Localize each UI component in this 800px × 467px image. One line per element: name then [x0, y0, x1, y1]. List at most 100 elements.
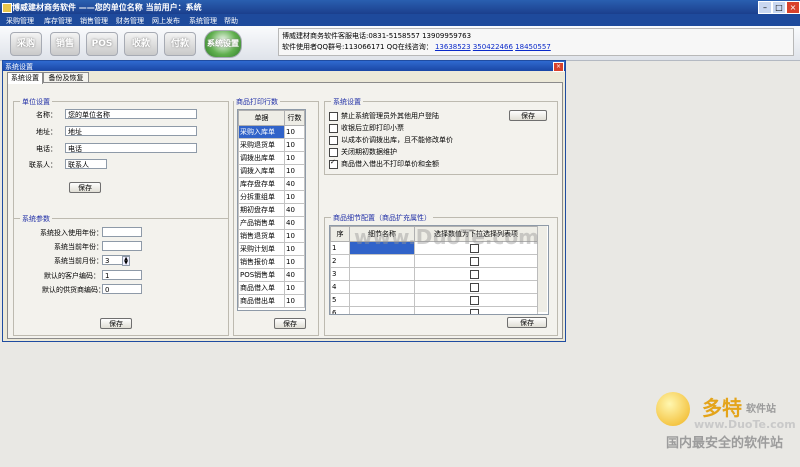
option-row[interactable]: 收银后立即打印小票	[329, 123, 404, 133]
row-count-cell[interactable]: 40	[284, 177, 305, 191]
start-year-input[interactable]	[102, 227, 142, 237]
default-customer-code-input[interactable]: 1	[102, 270, 142, 280]
minimize-icon[interactable]: –	[758, 1, 772, 14]
sales-button[interactable]: 销售	[50, 32, 80, 56]
print-row[interactable]: 采购入库单 10	[238, 125, 305, 139]
checkbox-icon[interactable]	[470, 256, 479, 266]
checkbox-icon[interactable]	[329, 135, 338, 145]
menu-inventory[interactable]: 库存管理	[44, 16, 72, 26]
close-icon[interactable]: ×	[786, 1, 800, 14]
row-count-cell[interactable]: 10	[284, 151, 305, 165]
checkbox-icon[interactable]	[329, 123, 338, 133]
row-count-cell[interactable]: 40	[284, 216, 305, 230]
detail-name-cell[interactable]	[349, 293, 415, 307]
row-count-cell[interactable]: 10	[284, 294, 305, 308]
current-year-input[interactable]	[102, 241, 142, 251]
checkbox-icon[interactable]	[329, 111, 338, 121]
row-count-cell[interactable]: 40	[284, 268, 305, 282]
unit-name-input[interactable]: 您的单位名称	[65, 109, 197, 119]
detail-row[interactable]: 2	[330, 254, 538, 268]
doc-name-cell[interactable]: 库存盘存单	[238, 177, 285, 191]
doc-name-cell[interactable]: 分拆重组单	[238, 190, 285, 204]
dialog-close-icon[interactable]: ×	[553, 62, 564, 72]
detail-dropdown-cell[interactable]	[414, 280, 538, 294]
doc-name-cell[interactable]: 调拨出库单	[238, 151, 285, 165]
print-row[interactable]: 期初盘存单 40	[238, 203, 305, 217]
options-save-button[interactable]: 保存	[509, 110, 547, 121]
doc-name-cell[interactable]: 采购入库单	[238, 125, 285, 139]
print-row[interactable]: 调拨入库单 10	[238, 164, 305, 178]
doc-name-cell[interactable]: 期初盘存单	[238, 203, 285, 217]
option-row[interactable]: 以成本价调拨出库，且不能修改单价	[329, 135, 453, 145]
doc-name-cell[interactable]: 采购退货单	[238, 138, 285, 152]
doc-name-cell[interactable]: 采购计划单	[238, 242, 285, 256]
print-row[interactable]: 采购计划单 10	[238, 242, 305, 256]
unit-save-button[interactable]: 保存	[69, 182, 101, 193]
option-row[interactable]: 禁止系统管理员外其他用户登陆	[329, 111, 439, 121]
checkbox-icon[interactable]	[470, 269, 479, 279]
menu-system[interactable]: 系统管理	[189, 16, 217, 26]
detail-name-cell[interactable]	[349, 306, 415, 314]
row-count-cell[interactable]: 10	[284, 229, 305, 243]
doc-name-cell[interactable]: 商品借入单	[238, 281, 285, 295]
tab-system-settings[interactable]: 系统设置	[7, 72, 43, 84]
row-count-cell[interactable]: 10	[284, 125, 305, 139]
detail-dropdown-cell[interactable]	[414, 254, 538, 268]
default-supplier-code-input[interactable]: 0	[102, 284, 142, 294]
print-row[interactable]: 商品借出单 10	[238, 294, 305, 308]
doc-name-cell[interactable]: POS销售单	[238, 268, 285, 282]
row-count-cell[interactable]: 10	[284, 190, 305, 204]
menu-sales[interactable]: 销售管理	[80, 16, 108, 26]
row-count-cell[interactable]: 10	[284, 281, 305, 295]
detail-name-cell[interactable]	[349, 280, 415, 294]
pos-button[interactable]: POS	[86, 32, 118, 56]
detail-dropdown-cell[interactable]	[414, 306, 538, 314]
detail-name-cell[interactable]	[349, 254, 415, 268]
unit-contact-input[interactable]: 联系人	[65, 159, 107, 169]
print-row[interactable]: 销售报价单 10	[238, 255, 305, 269]
print-row[interactable]: POS销售单 40	[238, 268, 305, 282]
maximize-icon[interactable]: □	[772, 1, 786, 14]
print-row[interactable]: 产品销售单 40	[238, 216, 305, 230]
print-row[interactable]: 采购退货单 10	[238, 138, 305, 152]
doc-name-cell[interactable]: 销售退货单	[238, 229, 285, 243]
detail-row[interactable]: 5	[330, 293, 538, 307]
doc-name-cell[interactable]: 商品借出单	[238, 294, 285, 308]
system-settings-button[interactable]: 系统设置	[204, 30, 242, 58]
checkbox-icon[interactable]	[470, 308, 479, 314]
checkbox-icon[interactable]	[329, 147, 338, 157]
month-spinner-icon[interactable]: ▲ ▼	[122, 256, 130, 266]
params-save-button[interactable]: 保存	[100, 318, 132, 329]
detail-row[interactable]: 6	[330, 306, 538, 314]
menu-help[interactable]: 帮助	[224, 16, 238, 26]
checkbox-icon[interactable]	[470, 282, 479, 292]
print-row[interactable]: 销售退货单 10	[238, 229, 305, 243]
unit-address-input[interactable]: 地址	[65, 126, 197, 136]
detail-row[interactable]: 4	[330, 280, 538, 294]
detail-name-cell[interactable]	[349, 267, 415, 281]
menu-finance[interactable]: 财务管理	[116, 16, 144, 26]
pay-button[interactable]: 付款	[164, 32, 196, 56]
row-count-cell[interactable]: 10	[284, 242, 305, 256]
purchase-button[interactable]: 采购	[10, 32, 42, 56]
doc-name-cell[interactable]: 调拨入库单	[238, 164, 285, 178]
option-row[interactable]: 关闭期初数据维护	[329, 147, 397, 157]
print-row[interactable]: 商品借入单 10	[238, 281, 305, 295]
print-save-button[interactable]: 保存	[274, 318, 306, 329]
doc-name-cell[interactable]: 产品销售单	[238, 216, 285, 230]
menu-purchase[interactable]: 采购管理	[6, 16, 34, 26]
print-row[interactable]: 库存盘存单 40	[238, 177, 305, 191]
qq-link-1[interactable]: 13638523	[435, 43, 471, 51]
option-row[interactable]: 商品借入借出不打印单价和金额	[329, 158, 439, 169]
print-row[interactable]: 调拨出库单 10	[238, 151, 305, 165]
unit-phone-input[interactable]: 电话	[65, 143, 197, 153]
checkbox-checked-icon[interactable]	[329, 158, 338, 169]
row-count-cell[interactable]: 40	[284, 203, 305, 217]
qq-link-2[interactable]: 350422466	[473, 43, 513, 51]
menu-publish[interactable]: 网上发布	[152, 16, 180, 26]
detail-row[interactable]: 3	[330, 267, 538, 281]
doc-name-cell[interactable]: 销售报价单	[238, 255, 285, 269]
receive-button[interactable]: 收款	[124, 32, 158, 56]
print-row[interactable]: 分拆重组单 10	[238, 190, 305, 204]
detail-save-button[interactable]: 保存	[507, 317, 547, 328]
